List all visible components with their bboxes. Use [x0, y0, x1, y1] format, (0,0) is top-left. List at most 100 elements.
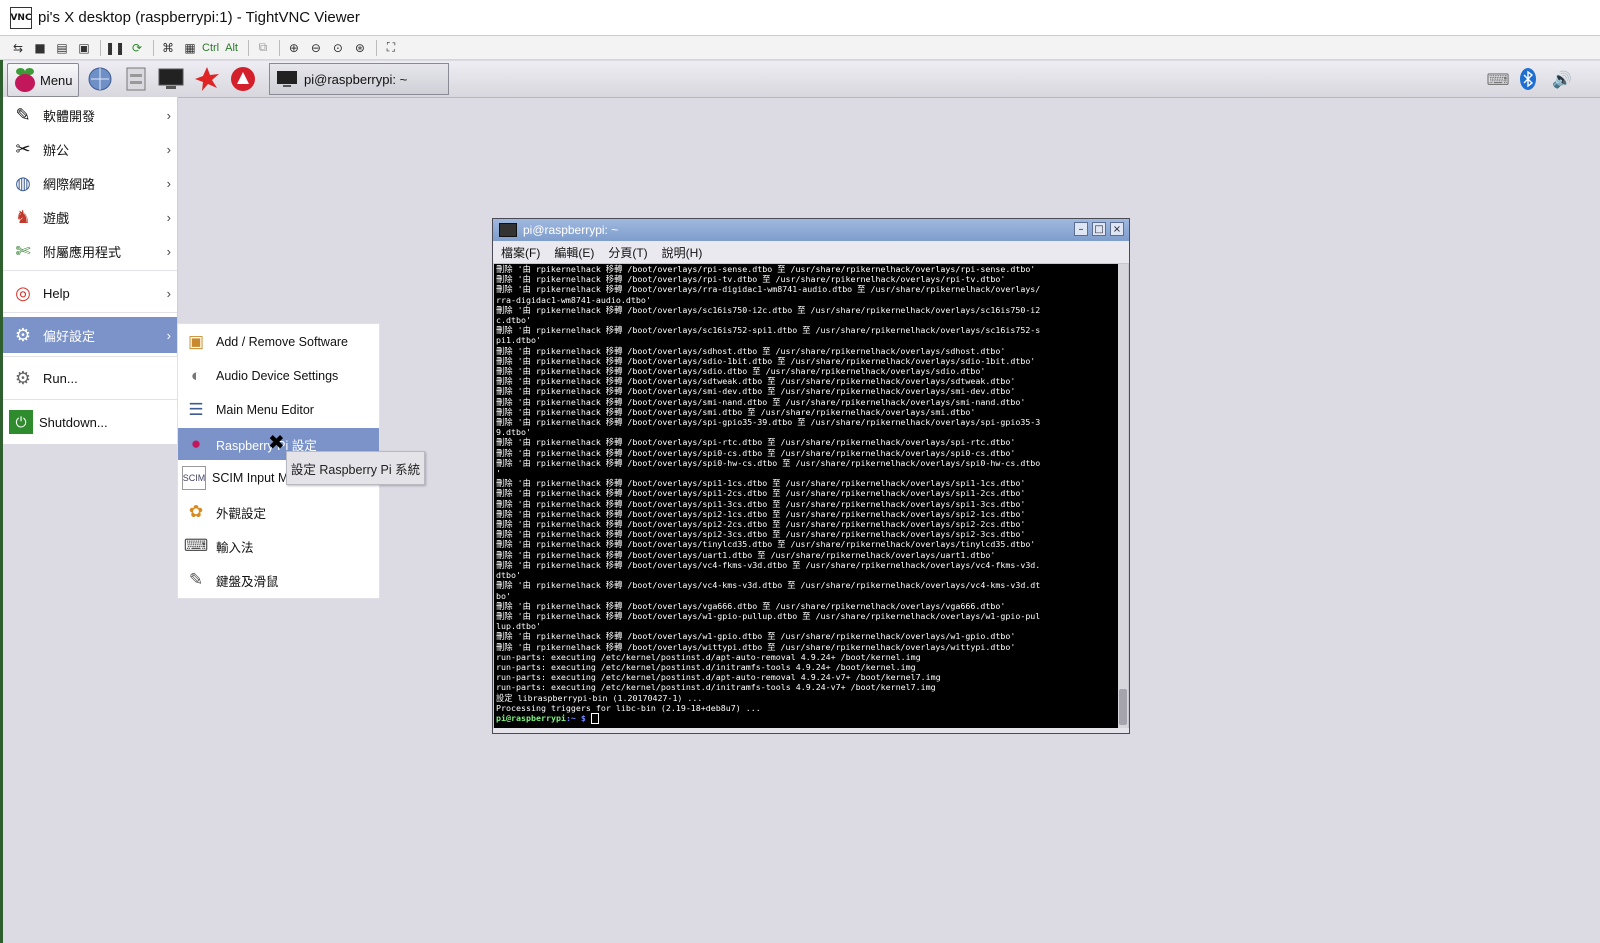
menu-separator	[3, 270, 177, 271]
menu-item-preferences[interactable]: ⚙ 偏好設定 ›	[3, 317, 177, 353]
info-icon[interactable]: ▣	[74, 39, 94, 57]
tooltip: 設定 Raspberry Pi 系統	[286, 451, 425, 485]
terminal-line: run-parts: executing /etc/kernel/postins…	[496, 672, 941, 683]
volume-icon[interactable]: 🔊	[1550, 67, 1574, 91]
menu-help[interactable]: 說明(H)	[662, 244, 703, 261]
menu-item-games[interactable]: ♞ 遊戲 ›	[3, 201, 177, 233]
zoom-100-icon[interactable]: ⊙	[328, 39, 348, 57]
chevron-right-icon: ›	[166, 107, 171, 123]
save-icon[interactable]: ■	[30, 39, 50, 57]
terminal-line: lup.dtbo'	[496, 621, 541, 632]
fullscreen-icon[interactable]: ⛶	[381, 39, 401, 57]
terminal-line: 刪除 '由 rpikernelhack 移轉 /boot/overlays/rp…	[496, 264, 1036, 274]
terminal-icon[interactable]	[156, 64, 186, 94]
menu-item-help[interactable]: ◎ Help ›	[3, 277, 177, 309]
menu-item-internet[interactable]: ◍ 網際網路 ›	[3, 167, 177, 199]
terminal-line: pi1.dtbo'	[496, 335, 541, 346]
ctrl-key-button[interactable]: Ctrl	[202, 42, 219, 54]
submenu-item-label: 鍵盤及滑鼠	[216, 574, 279, 589]
terminal-line: '	[496, 468, 501, 479]
new-connection-icon[interactable]: ⇆	[8, 39, 28, 57]
terminal-line: 刪除 '由 rpikernelhack 移轉 /boot/overlays/vg…	[496, 600, 1006, 611]
package-icon: ▣	[187, 332, 205, 351]
menu-item-office[interactable]: ✂ 辦公 ›	[3, 133, 177, 165]
menu-item-label: 附屬應用程式	[43, 244, 122, 260]
menu-item-shutdown[interactable]: ⏻ Shutdown...	[3, 406, 177, 438]
chevron-right-icon: ›	[166, 209, 171, 225]
menu-tabs[interactable]: 分頁(T)	[608, 244, 647, 261]
scrollbar-thumb[interactable]	[1119, 689, 1127, 725]
internet-icon: ◍	[15, 172, 31, 193]
terminal-line: 刪除 '由 rpikernelhack 移轉 /boot/overlays/rp…	[496, 274, 1006, 285]
terminal-line: 刪除 '由 rpikernelhack 移轉 /boot/overlays/sp…	[496, 498, 1026, 509]
submenu-item-input-method[interactable]: ⌨ 輸入法	[178, 530, 379, 562]
lxde-panel: Menu pi@raspberrypi: ~ ⌨ 🔊	[3, 61, 1600, 98]
submenu-item-label: Add / Remove Software	[216, 335, 349, 349]
toolbar-separator	[100, 39, 101, 56]
menu-edit[interactable]: 編輯(E)	[554, 244, 594, 261]
prompt-path: :~ $	[565, 712, 591, 723]
alt-key-button[interactable]: Alt	[225, 42, 238, 54]
mouse-cursor-icon: ✖	[268, 430, 285, 454]
terminal-line: rra-digidac1-wm8741-audio.dtbo'	[496, 294, 651, 305]
terminal-titlebar[interactable]: pi@raspberrypi: ~ – □ ×	[493, 219, 1129, 241]
close-icon[interactable]: ×	[1110, 222, 1124, 236]
file-manager-icon[interactable]	[121, 64, 151, 94]
mathematica-icon[interactable]	[228, 64, 258, 94]
ctrl-alt-del-icon[interactable]: ⌘	[158, 39, 178, 57]
vnc-window-titlebar[interactable]: VNC pi's X desktop (raspberrypi:1) - Tig…	[0, 0, 1600, 36]
refresh-icon[interactable]: ⟳	[127, 39, 147, 57]
menu-item-label: Shutdown...	[39, 414, 108, 430]
terminal-line: 刪除 '由 rpikernelhack 移轉 /boot/overlays/sp…	[496, 508, 1026, 519]
bluetooth-icon[interactable]	[1516, 67, 1540, 91]
menu-button[interactable]: Menu	[7, 63, 79, 97]
zoom-in-icon[interactable]: ⊕	[284, 39, 304, 57]
toolbar-separator	[375, 39, 377, 56]
submenu-item-add-remove-software[interactable]: ▣ Add / Remove Software	[178, 326, 379, 358]
toolbar-separator	[153, 39, 154, 56]
keyboard-icon[interactable]: ⌨	[1486, 67, 1510, 91]
menu-file[interactable]: 檔案(F)	[501, 244, 540, 261]
taskbar-terminal-button[interactable]: pi@raspberrypi: ~	[269, 63, 449, 95]
help-icon: ◎	[15, 282, 31, 303]
web-browser-icon[interactable]	[85, 64, 115, 94]
window-title: pi's X desktop (raspberrypi:1) - TightVN…	[38, 9, 360, 26]
terminal-line: 刪除 '由 rpikernelhack 移轉 /boot/overlays/sd…	[496, 366, 986, 377]
terminal-line: 刪除 '由 rpikernelhack 移轉 /boot/overlays/sp…	[496, 529, 1026, 540]
terminal-icon	[277, 71, 297, 87]
terminal-line: 刪除 '由 rpikernelhack 移轉 /boot/overlays/sc…	[496, 304, 1041, 315]
appearance-icon: ✿	[188, 502, 204, 521]
menu-item-run[interactable]: ⚙ Run...	[3, 362, 177, 394]
main-menu: ✎ 軟體開發 › ✂ 辦公 › ◍ 網際網路 › ♞ 遊戲 › ✄ 附屬應用程式…	[3, 97, 178, 444]
wolfram-icon[interactable]	[192, 64, 222, 94]
menu-item-accessories[interactable]: ✄ 附屬應用程式 ›	[3, 235, 177, 267]
terminal-line: 刪除 '由 rpikernelhack 移轉 /boot/overlays/w1…	[496, 610, 1041, 621]
submenu-item-audio-settings[interactable]: ◐ Audio Device Settings	[178, 360, 379, 392]
terminal-output[interactable]: 刪除 '由 rpikernelhack 移轉 /boot/overlays/rp…	[494, 264, 1118, 728]
submenu-item-keyboard-mouse[interactable]: ✎ 鍵盤及滑鼠	[178, 564, 379, 596]
clipboard-icon[interactable]: ⧉	[253, 39, 273, 57]
text-cursor	[590, 712, 599, 724]
options-icon[interactable]: ▤	[52, 39, 72, 57]
zoom-auto-icon[interactable]: ⊛	[350, 39, 370, 57]
submenu-item-appearance[interactable]: ✿ 外觀設定	[178, 496, 379, 528]
terminal-line: 刪除 '由 rpikernelhack 移轉 /boot/overlays/sp…	[496, 457, 1041, 468]
submenu-item-label: SCIM Input M	[212, 471, 289, 485]
terminal-line: 刪除 '由 rpikernelhack 移轉 /boot/overlays/sp…	[496, 478, 1026, 489]
menu-item-programming[interactable]: ✎ 軟體開發 ›	[3, 99, 177, 131]
menu-item-label: Help	[43, 285, 70, 301]
submenu-item-menu-editor[interactable]: ☰ Main Menu Editor	[178, 394, 379, 426]
shutdown-icon: ⏻	[9, 410, 33, 434]
terminal-line: 9.dtbo'	[496, 427, 531, 438]
taskbar-label: pi@raspberrypi: ~	[304, 71, 408, 87]
submenu-item-label: Audio Device Settings	[216, 369, 339, 383]
minimize-icon[interactable]: –	[1074, 222, 1088, 236]
terminal-prompt: pi@raspberrypi:~ $	[494, 712, 1118, 724]
terminal-scrollbar[interactable]	[1118, 264, 1128, 728]
ctrl-esc-icon[interactable]: ▦	[180, 39, 200, 57]
preferences-icon: ⚙	[14, 324, 32, 345]
zoom-out-icon[interactable]: ⊖	[306, 39, 326, 57]
maximize-icon[interactable]: □	[1092, 222, 1106, 236]
pause-icon[interactable]: ❚❚	[105, 39, 125, 57]
raspberry-pi-icon	[14, 68, 36, 92]
